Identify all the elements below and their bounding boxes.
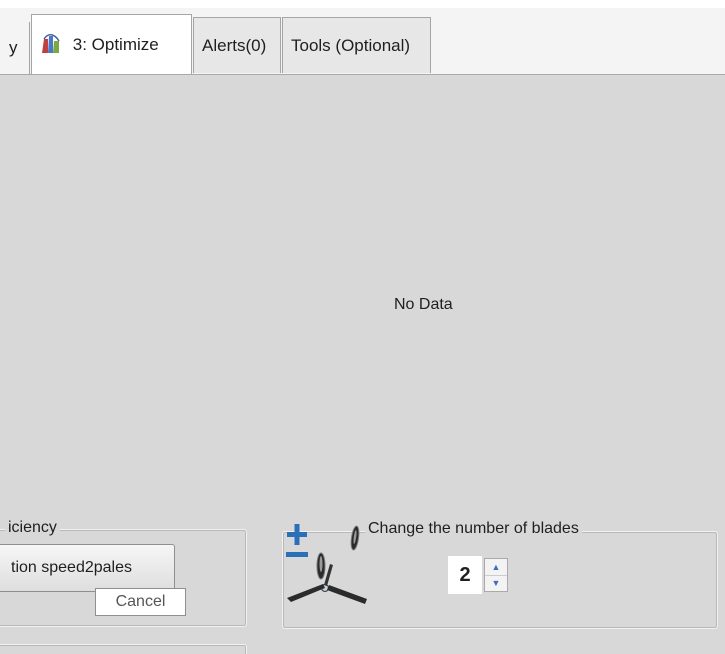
arrow-up-icon[interactable]: ▲ [485, 559, 507, 576]
tab-tools[interactable]: Tools (Optional) [282, 17, 431, 73]
tab-alerts[interactable]: Alerts(0) [193, 17, 281, 73]
cancel-button-label: Cancel [115, 593, 166, 610]
app-window: y 3: Optimize Alerts(0) Tools (Optional)… [0, 0, 725, 654]
title-strip [0, 0, 725, 8]
tab-alerts-label: Alerts(0) [202, 36, 267, 55]
blade-count-value[interactable]: 2 [448, 556, 482, 594]
plus-minus-icon [283, 522, 313, 566]
tab-optimize[interactable]: 3: Optimize [31, 14, 192, 74]
rotation-speed-button-label: tion speed2pales [11, 559, 132, 576]
tab-bar: y 3: Optimize Alerts(0) Tools (Optional) [0, 8, 725, 75]
efficiency-group-legend: iciency [5, 519, 60, 537]
tab-previous-label: y [9, 38, 18, 57]
rotation-speed-button[interactable]: tion speed2pales [0, 544, 175, 592]
blade-count-stepper[interactable]: 2 ▲ ▼ [448, 556, 512, 594]
blades-group-legend: Change the number of blades [365, 520, 582, 538]
tab-optimize-label: 3: Optimize [72, 35, 159, 54]
lower-groupbox [0, 644, 247, 654]
stepper-buttons: ▲ ▼ [484, 558, 508, 592]
no-data-label: No Data [394, 296, 453, 313]
arrow-down-icon[interactable]: ▼ [485, 575, 507, 591]
cancel-button[interactable]: Cancel [95, 588, 186, 616]
tab-previous-partial[interactable]: y [0, 22, 30, 74]
optimize-chart-icon [40, 20, 62, 53]
tab-tools-label: Tools (Optional) [291, 36, 411, 55]
